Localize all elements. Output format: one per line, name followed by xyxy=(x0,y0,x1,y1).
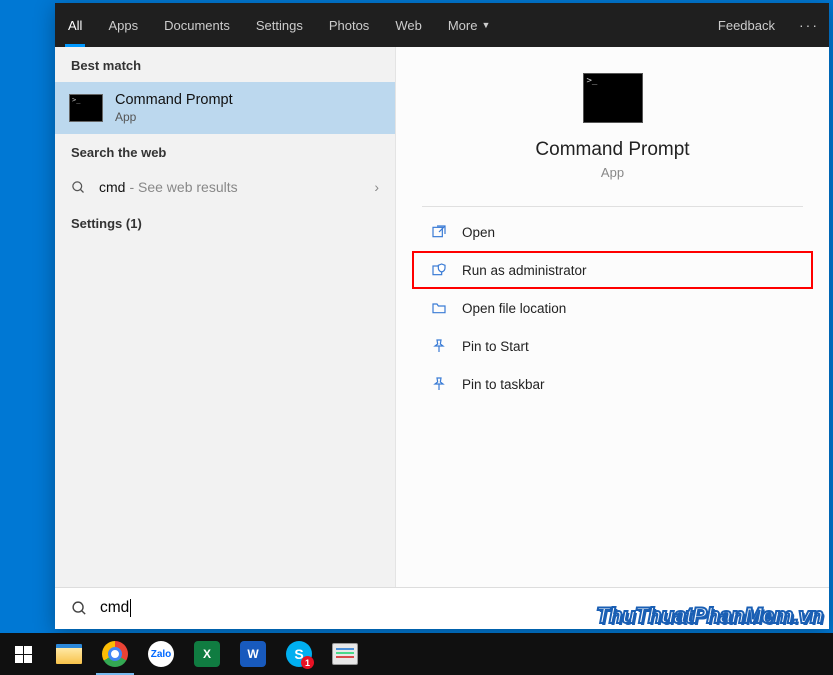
text-cursor xyxy=(130,599,131,617)
taskbar-word[interactable]: W xyxy=(230,633,276,675)
tab-documents[interactable]: Documents xyxy=(151,3,243,47)
tab-web[interactable]: Web xyxy=(382,3,435,47)
word-icon: W xyxy=(240,641,266,667)
action-open-location-label: Open file location xyxy=(462,301,566,316)
zalo-icon: Zalo xyxy=(148,641,174,667)
search-query-text: cmd xyxy=(100,599,131,617)
command-prompt-icon xyxy=(583,73,643,123)
folder-icon xyxy=(430,299,448,317)
tab-more-label: More xyxy=(448,18,478,33)
action-open-label: Open xyxy=(462,225,495,240)
start-button[interactable] xyxy=(0,633,46,675)
web-result-term: cmd xyxy=(99,179,125,195)
more-options-button[interactable]: ··· xyxy=(789,3,829,47)
excel-icon: X xyxy=(194,641,220,667)
detail-title: Command Prompt xyxy=(535,139,689,161)
windows-logo-icon xyxy=(15,646,32,663)
action-open-file-location[interactable]: Open file location xyxy=(412,289,813,327)
tab-apps[interactable]: Apps xyxy=(95,3,151,47)
pin-icon xyxy=(430,337,448,355)
tab-settings[interactable]: Settings xyxy=(243,3,316,47)
notification-badge: 1 xyxy=(301,656,314,669)
action-pin-start-label: Pin to Start xyxy=(462,339,529,354)
taskbar-excel[interactable]: X xyxy=(184,633,230,675)
open-icon xyxy=(430,223,448,241)
tab-more[interactable]: More▼ xyxy=(435,3,504,47)
best-match-header: Best match xyxy=(55,47,395,82)
chrome-icon xyxy=(102,641,128,667)
action-pin-to-taskbar[interactable]: Pin to taskbar xyxy=(412,365,813,403)
action-pin-taskbar-label: Pin to taskbar xyxy=(462,377,545,392)
action-open[interactable]: Open xyxy=(412,213,813,251)
watermark: ThuThuatPhanMem.vn xyxy=(596,603,823,629)
search-icon xyxy=(71,180,87,195)
shield-icon xyxy=(430,261,448,279)
divider xyxy=(422,206,803,207)
taskbar-skype[interactable]: S1 xyxy=(276,633,322,675)
file-explorer-icon xyxy=(56,644,82,664)
start-search-panel: All Apps Documents Settings Photos Web M… xyxy=(55,3,829,629)
skype-icon: S1 xyxy=(286,641,312,667)
best-match-result[interactable]: Command Prompt App xyxy=(55,82,395,134)
chevron-right-icon: › xyxy=(374,179,379,195)
action-run-as-administrator[interactable]: Run as administrator xyxy=(412,251,813,289)
results-left-column: Best match Command Prompt App Search the… xyxy=(55,47,395,587)
app-icon xyxy=(332,643,358,665)
feedback-link[interactable]: Feedback xyxy=(704,3,789,47)
search-results-body: Best match Command Prompt App Search the… xyxy=(55,47,829,587)
search-web-header: Search the web xyxy=(55,134,395,169)
action-pin-to-start[interactable]: Pin to Start xyxy=(412,327,813,365)
taskbar-app[interactable] xyxy=(322,633,368,675)
tab-photos[interactable]: Photos xyxy=(316,3,382,47)
pin-icon xyxy=(430,375,448,393)
result-detail-pane: Command Prompt App Open Run as administr… xyxy=(395,47,829,587)
chevron-down-icon: ▼ xyxy=(481,20,490,30)
tab-all[interactable]: All xyxy=(55,3,95,47)
best-match-subtitle: App xyxy=(115,110,233,124)
taskbar-file-explorer[interactable] xyxy=(46,633,92,675)
search-icon xyxy=(71,600,88,617)
taskbar-zalo[interactable]: Zalo xyxy=(138,633,184,675)
web-search-result[interactable]: cmd - See web results › xyxy=(55,169,395,205)
command-prompt-icon xyxy=(69,94,103,122)
web-result-hint: - See web results xyxy=(129,179,237,195)
search-tabs-bar: All Apps Documents Settings Photos Web M… xyxy=(55,3,829,47)
action-list: Open Run as administrator Open file loca… xyxy=(396,213,829,403)
detail-subtitle: App xyxy=(601,165,624,180)
action-run-admin-label: Run as administrator xyxy=(462,263,587,278)
best-match-title: Command Prompt xyxy=(115,92,233,108)
taskbar-chrome[interactable] xyxy=(92,633,138,675)
settings-results-header: Settings (1) xyxy=(55,205,395,240)
taskbar: Zalo X W S1 xyxy=(0,633,833,675)
